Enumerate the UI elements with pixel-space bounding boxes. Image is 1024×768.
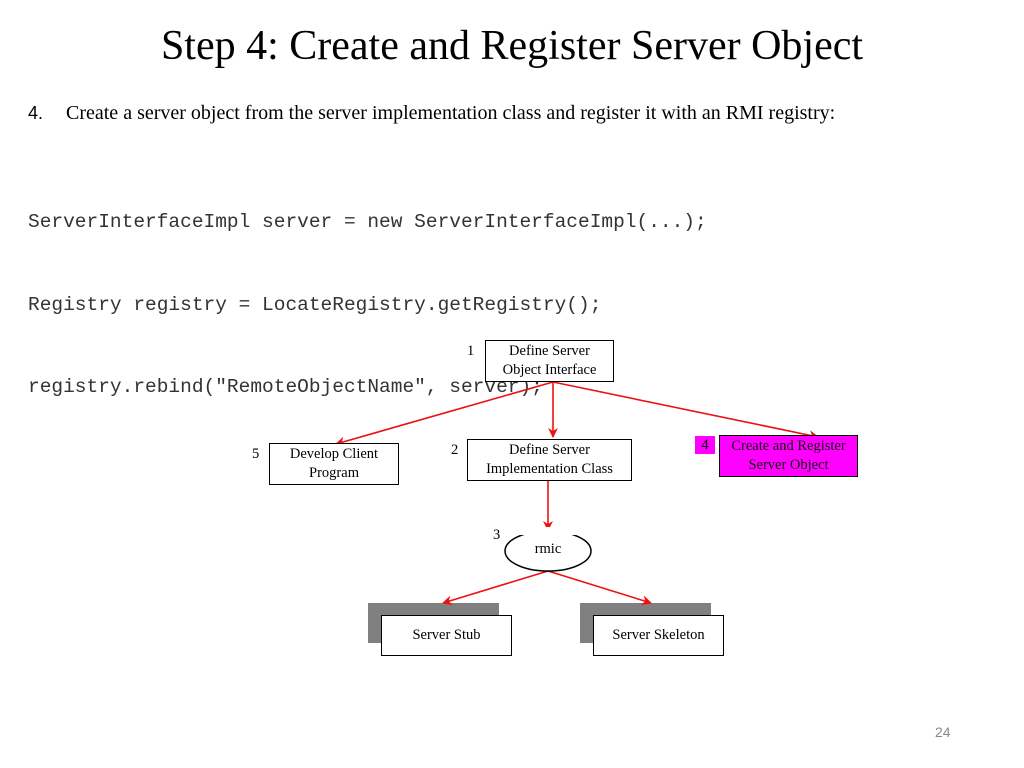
node-line: Define Server [509, 343, 590, 359]
node-line: Program [309, 465, 359, 481]
node-define-interface[interactable]: Define Server Object Interface [485, 340, 614, 382]
node-line: Implementation Class [486, 461, 613, 477]
node-rmic-label: rmic [534, 541, 562, 557]
node-create-register[interactable]: Create and Register Server Object [719, 435, 858, 477]
node-define-impl[interactable]: Define Server Implementation Class [467, 439, 632, 481]
node-line: Server Object [748, 457, 829, 473]
arrow-define-interface-to-develop-client [335, 381, 554, 447]
arrow-rmic-to-server-stub [442, 570, 549, 606]
step-number-2: 2 [451, 442, 459, 458]
node-line: Develop Client [289, 446, 379, 462]
arrow-rmic-to-server-skeleton [547, 570, 652, 606]
diagram-arrows [335, 381, 819, 606]
node-line: Define Server [509, 442, 590, 458]
node-line: Create and Register [731, 438, 846, 454]
step-number-5: 5 [252, 446, 260, 462]
step-number-3: 3 [493, 527, 501, 543]
node-line: Server Stub [412, 627, 481, 643]
node-line: Server Skeleton [612, 627, 705, 643]
node-develop-client[interactable]: Develop Client Program [269, 443, 399, 485]
node-server-skeleton[interactable]: Server Skeleton [593, 615, 724, 656]
step-number-1: 1 [467, 343, 475, 359]
arrow-define-interface-to-create-register [552, 381, 819, 441]
page-number: 24 [935, 724, 951, 740]
step-number-4: 4 [695, 436, 715, 454]
node-line: Object Interface [502, 362, 597, 378]
node-server-stub[interactable]: Server Stub [381, 615, 512, 656]
